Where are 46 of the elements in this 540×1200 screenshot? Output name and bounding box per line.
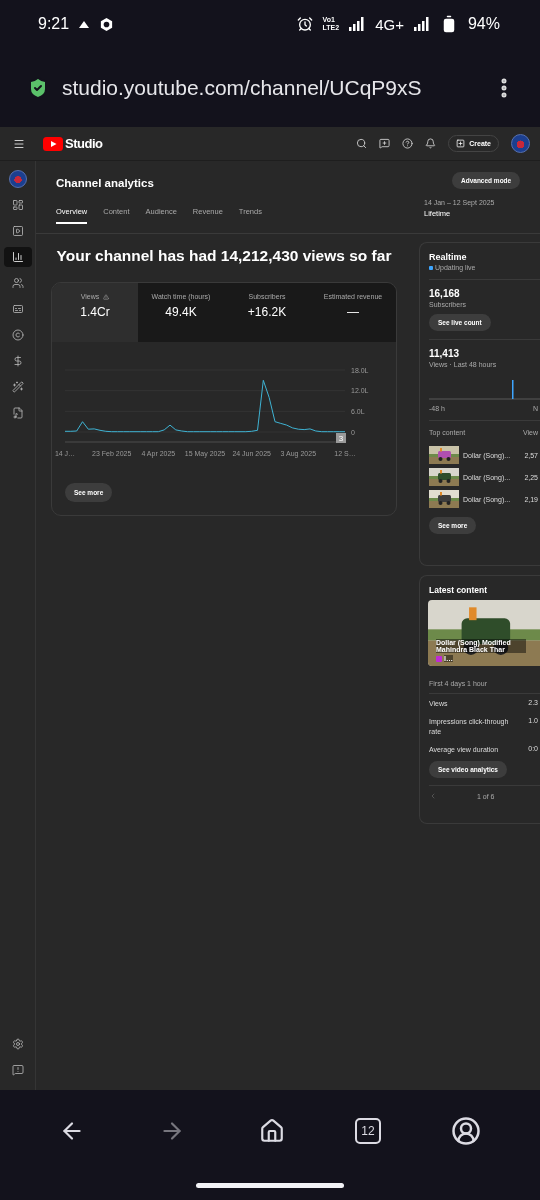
warning-icon [103, 293, 110, 300]
battery-percent: 94% [467, 15, 500, 33]
subtitles-icon [11, 303, 24, 315]
metric-value: 1.4Cr [80, 305, 110, 319]
studio-logo[interactable]: Studio [65, 136, 103, 151]
metric-value: +16.2K [247, 305, 287, 319]
dollar-icon [11, 355, 24, 367]
realtime-title: Realtime [429, 252, 468, 262]
emoji-icon [436, 655, 442, 662]
video-icon [11, 225, 24, 237]
signal-icon [413, 17, 430, 31]
sidebar-item[interactable] [3, 247, 32, 267]
music-file-icon [11, 407, 24, 419]
copyright-icon [11, 329, 24, 341]
settings-icon [11, 1038, 24, 1050]
hexagon-icon [99, 16, 115, 32]
signal-icon [349, 17, 366, 31]
metric-value: 49.4K [165, 305, 197, 319]
subscriber-count: 16,168 [429, 288, 461, 299]
views-headline: Your channel has had 14,212,430 views so far [56, 247, 392, 265]
comment-plus-icon[interactable] [379, 138, 391, 149]
network-type: 4G+ [375, 15, 404, 33]
latest-content-title: Latest content [429, 585, 489, 595]
account-icon [451, 1116, 481, 1146]
clock-time: 9:21 [38, 15, 70, 33]
notifications-icon[interactable] [425, 138, 437, 149]
tabs-button[interactable]: 12 [355, 1118, 381, 1144]
feedback-icon [11, 1064, 24, 1076]
menu-icon[interactable] [13, 137, 25, 150]
help-icon[interactable] [402, 138, 414, 149]
upload-arrow-icon [79, 20, 90, 28]
people-icon [11, 277, 24, 289]
play-logo-icon [43, 136, 63, 151]
account-avatar[interactable] [511, 134, 530, 153]
metric-value: — [347, 305, 359, 319]
address-field[interactable]: studio.youtube.com/channel/UCqP9xS [62, 75, 480, 100]
magic-wand-icon [11, 381, 24, 393]
dashboard-icon [11, 199, 24, 211]
alarm-icon [296, 16, 313, 32]
page-title: Channel analytics [56, 177, 155, 189]
search-icon[interactable] [356, 138, 368, 149]
views-count: 11,413 [429, 348, 461, 359]
home-icon [259, 1118, 285, 1144]
channel-avatar[interactable] [8, 170, 27, 188]
analytics-icon [11, 251, 24, 263]
gesture-handle[interactable] [196, 1183, 344, 1188]
